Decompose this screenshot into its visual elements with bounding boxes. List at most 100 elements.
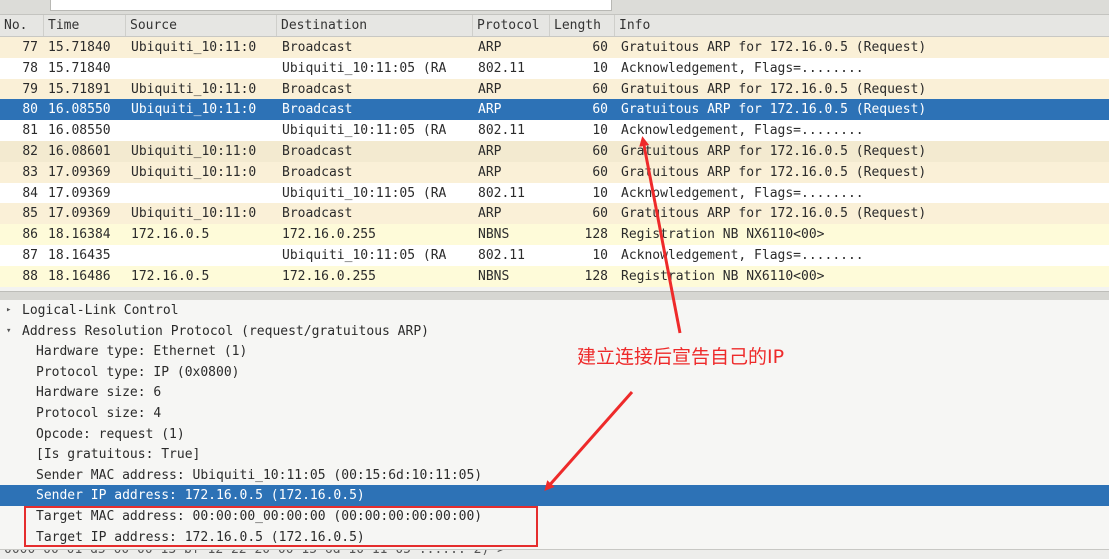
detail-tree-item[interactable]: ▸ Logical-Link Control: [0, 300, 1109, 321]
cell-destination: Broadcast: [282, 164, 353, 180]
cell-info: Gratuitous ARP for 172.16.0.5 (Request): [621, 164, 927, 180]
cell-source: [131, 245, 277, 266]
detail-tree-item[interactable]: Hardware type: Ethernet (1): [0, 341, 1109, 362]
cell-no: 83: [22, 164, 38, 180]
packet-row[interactable]: 83 17.09369 Ubiquiti_10:11:0 Broadcast ARP 60…: [0, 161, 1109, 183]
cell-destination: Broadcast: [282, 81, 353, 97]
packet-list-header: No. Time Source Destination Protocol Len…: [0, 15, 1109, 37]
cell-source: Ubiquiti_10:11:0: [131, 102, 257, 118]
cell-source: Ubiquiti_10:11:0: [131, 144, 257, 159]
cell-length: 60: [592, 164, 608, 180]
detail-tree-item[interactable]: Sender IP address: 172.16.0.5 (172.16.0.…: [0, 485, 1109, 507]
cell-time: 18.16384: [48, 227, 111, 243]
cell-time: 15.71840: [48, 40, 111, 55]
packet-row[interactable]: 85 17.09369 Ubiquiti_10:11:0 Broadcast ARP 60…: [0, 203, 1109, 225]
cell-destination: Ubiquiti_10:11:05 (RA: [282, 60, 447, 76]
cell-no: 87: [22, 248, 38, 263]
cell-protocol: ARP: [478, 144, 502, 159]
hex-dump-line: 0000 00 01 d5 00 00 13 bf 12 22 20 00 15…: [4, 549, 505, 557]
packet-row[interactable]: 88 18.16486 172.16.0.5 172.16.0.255 NBNS 128 R…: [0, 265, 1109, 287]
cell-source: [131, 120, 277, 141]
packet-row[interactable]: 80 16.08550 Ubiquiti_10:11:0 Broadcast ARP 60…: [0, 99, 1109, 121]
detail-text: Hardware type: Ethernet (1): [36, 344, 248, 360]
cell-length: 60: [592, 144, 608, 159]
cell-source: [131, 58, 277, 79]
detail-text: Opcode: request (1): [36, 426, 185, 442]
packet-row[interactable]: 77 15.71840 Ubiquiti_10:11:0 Broadcast ARP 60…: [0, 37, 1109, 58]
cell-info: Acknowledgement, Flags=........: [621, 123, 864, 139]
col-header-time[interactable]: Time: [44, 15, 126, 36]
cell-protocol: ARP: [478, 164, 502, 180]
col-header-protocol[interactable]: Protocol: [473, 15, 550, 36]
cell-source: Ubiquiti_10:11:0: [131, 164, 257, 180]
packet-row[interactable]: 87 18.16435 Ubiquiti_10:11:05 (RA 802.11 10 A…: [0, 245, 1109, 266]
detail-text: Hardware size: 6: [36, 385, 162, 401]
cell-protocol: ARP: [478, 206, 502, 222]
packet-row[interactable]: 82 16.08601 Ubiquiti_10:11:0 Broadcast ARP 60…: [0, 141, 1109, 162]
cell-info: Gratuitous ARP for 172.16.0.5 (Request): [621, 102, 927, 118]
packet-row[interactable]: 78 15.71840 Ubiquiti_10:11:05 (RA 802.11 10 A…: [0, 57, 1109, 79]
annotation-label: 建立连接后宣告自己的IP: [577, 346, 785, 368]
cell-destination: Broadcast: [282, 40, 353, 55]
cell-time: 15.71891: [48, 81, 111, 97]
cell-source: Ubiquiti_10:11:0: [131, 81, 257, 97]
cell-source: 172.16.0.5: [131, 268, 210, 284]
cell-destination: Ubiquiti_10:11:05 (RA: [282, 185, 447, 201]
packet-row[interactable]: 84 17.09369 Ubiquiti_10:11:05 (RA 802.11 10 A…: [0, 182, 1109, 204]
cell-protocol: 802.11: [478, 185, 525, 201]
col-header-no[interactable]: No.: [0, 15, 44, 36]
col-header-destination[interactable]: Destination: [277, 15, 473, 36]
detail-text: Address Resolution Protocol (request/gra…: [22, 323, 429, 339]
cell-length: 60: [592, 81, 608, 97]
cell-no: 82: [22, 144, 38, 159]
cell-destination: Broadcast: [282, 144, 353, 159]
cell-length: 128: [584, 227, 608, 243]
cell-source: Ubiquiti_10:11:0: [131, 40, 257, 55]
cell-time: 16.08550: [48, 123, 111, 139]
cell-source: [131, 183, 277, 204]
col-header-source[interactable]: Source: [126, 15, 277, 36]
cell-time: 17.09369: [48, 206, 111, 222]
detail-tree-item[interactable]: Hardware size: 6: [0, 382, 1109, 403]
expanded-triangle-icon[interactable]: ▾: [6, 321, 18, 342]
detail-text: Protocol size: 4: [36, 406, 162, 421]
detail-tree-item[interactable]: [Is gratuitous: True]: [0, 444, 1109, 465]
cell-time: 18.16486: [48, 268, 111, 284]
cell-info: Acknowledgement, Flags=........: [621, 185, 864, 201]
cell-no: 88: [22, 268, 38, 284]
cell-destination: 172.16.0.255: [282, 268, 376, 284]
col-header-length[interactable]: Length: [550, 15, 615, 36]
cell-time: 17.09369: [48, 185, 111, 201]
cell-protocol: ARP: [478, 81, 502, 97]
cell-info: Registration NB NX6110<00>: [621, 268, 825, 284]
cell-source: Ubiquiti_10:11:0: [131, 206, 257, 222]
cell-no: 86: [22, 227, 38, 243]
cell-destination: Ubiquiti_10:11:05 (RA: [282, 123, 447, 139]
detail-tree-item[interactable]: ▾ Address Resolution Protocol (request/gr…: [0, 321, 1109, 342]
cell-time: 17.09369: [48, 164, 111, 180]
detail-tree-item[interactable]: Protocol size: 4: [0, 403, 1109, 424]
cell-length: 60: [592, 206, 608, 222]
cell-no: 79: [22, 81, 38, 97]
collapsed-triangle-icon[interactable]: ▸: [6, 300, 18, 321]
detail-text: [Is gratuitous: True]: [36, 447, 201, 463]
detail-text: Sender IP address: 172.16.0.5 (172.16.0.…: [36, 488, 365, 504]
cell-info: Gratuitous ARP for 172.16.0.5 (Request): [621, 206, 927, 222]
detail-tree-item[interactable]: Sender MAC address: Ubiquiti_10:11:05 (0…: [0, 465, 1109, 486]
packet-row[interactable]: 81 16.08550 Ubiquiti_10:11:05 (RA 802.11 10 A…: [0, 120, 1109, 142]
col-header-info[interactable]: Info: [615, 15, 1109, 36]
packet-row[interactable]: 86 18.16384 172.16.0.5 172.16.0.255 NBNS 128 R…: [0, 224, 1109, 246]
cell-time: 16.08550: [48, 102, 111, 118]
cell-length: 10: [592, 185, 608, 201]
packet-row[interactable]: 79 15.71891 Ubiquiti_10:11:0 Broadcast ARP 60…: [0, 78, 1109, 100]
cell-no: 77: [22, 40, 38, 55]
detail-text: Protocol type: IP (0x0800): [36, 364, 240, 380]
filter-input[interactable]: [50, 0, 612, 11]
cell-time: 15.71840: [48, 60, 111, 76]
detail-tree-item[interactable]: Protocol type: IP (0x0800): [0, 362, 1109, 383]
detail-tree-item[interactable]: Opcode: request (1): [0, 424, 1109, 445]
cell-info: Registration NB NX6110<00>: [621, 227, 825, 243]
cell-no: 80: [22, 102, 38, 118]
cell-destination: Broadcast: [282, 206, 353, 222]
cell-length: 128: [584, 268, 608, 284]
